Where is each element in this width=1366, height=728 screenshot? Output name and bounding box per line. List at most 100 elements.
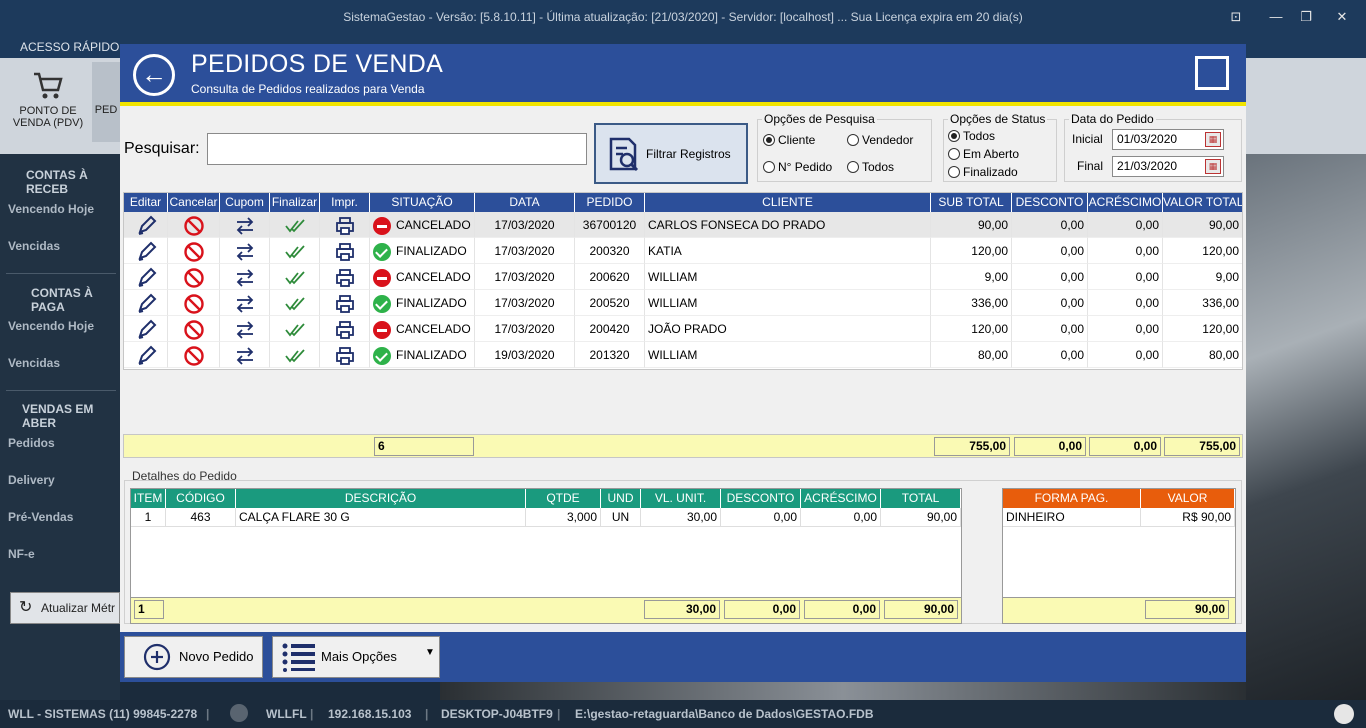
edit-pencil-button[interactable] xyxy=(124,264,168,290)
sidebar-item-nfe[interactable]: NF-e xyxy=(8,547,35,561)
coupon-exchange-button[interactable] xyxy=(220,342,270,368)
cell-date[interactable]: 17/03/2020 xyxy=(475,316,575,342)
cell-subtotal[interactable]: 9,00 xyxy=(931,264,1012,290)
cell-subtotal[interactable]: 120,00 xyxy=(931,316,1012,342)
col-pedido-header[interactable]: PEDIDO xyxy=(575,193,645,212)
col-cancelar-header[interactable]: Cancelar xyxy=(168,193,220,212)
edit-pencil-button[interactable] xyxy=(124,212,168,238)
cell-addition[interactable]: 0,00 xyxy=(1088,238,1163,264)
calendar-icon[interactable]: ▦ xyxy=(1205,132,1221,147)
finalize-check-button[interactable] xyxy=(270,342,320,368)
cell-total[interactable]: 120,00 xyxy=(1163,238,1242,264)
cancel-button[interactable] xyxy=(168,316,220,342)
cell-discount[interactable]: 0,00 xyxy=(1012,212,1088,238)
details-cell-desc[interactable]: CALÇA FLARE 30 G xyxy=(236,508,526,527)
col-cupom-header[interactable]: Cupom xyxy=(220,193,270,212)
cell-client[interactable]: JOÃO PRADO xyxy=(645,316,931,342)
cancel-button[interactable] xyxy=(168,238,220,264)
coupon-exchange-button[interactable] xyxy=(220,264,270,290)
cell-date[interactable]: 17/03/2020 xyxy=(475,212,575,238)
menu-acesso-rapido[interactable]: ACESSO RÁPIDO xyxy=(20,40,119,54)
pdv-ribbon-button[interactable]: PONTO DE VENDA (PDV) xyxy=(10,68,86,129)
radio-search-todos[interactable]: Todos xyxy=(847,160,894,174)
edit-pencil-button[interactable] xyxy=(124,342,168,368)
details-col-qty-header[interactable]: QTDE xyxy=(526,489,601,508)
col-impr-header[interactable]: Impr. xyxy=(320,193,370,212)
payment-value-cell[interactable]: R$ 90,00 xyxy=(1141,508,1235,527)
coupon-exchange-button[interactable] xyxy=(220,290,270,316)
cell-date[interactable]: 17/03/2020 xyxy=(475,264,575,290)
cell-subtotal[interactable]: 80,00 xyxy=(931,342,1012,368)
back-arrow-icon[interactable]: ← xyxy=(133,54,175,96)
cell-addition[interactable]: 0,00 xyxy=(1088,290,1163,316)
coupon-exchange-button[interactable] xyxy=(220,212,270,238)
details-col-item-header[interactable]: ITEM xyxy=(131,489,166,508)
print-button[interactable] xyxy=(320,212,370,238)
cancel-button[interactable] xyxy=(168,212,220,238)
col-situacao-header[interactable]: SITUAÇÃO xyxy=(370,193,475,212)
cell-order-number[interactable]: 36700120 xyxy=(575,212,645,238)
print-button[interactable] xyxy=(320,264,370,290)
cell-discount[interactable]: 0,00 xyxy=(1012,342,1088,368)
print-button[interactable] xyxy=(320,316,370,342)
cell-status[interactable]: FINALIZADO xyxy=(370,290,475,316)
col-finalizar-header[interactable]: Finalizar xyxy=(270,193,320,212)
payment-method-cell[interactable]: DINHEIRO xyxy=(1003,508,1141,527)
cell-order-number[interactable]: 200520 xyxy=(575,290,645,316)
details-cell-code[interactable]: 463 xyxy=(166,508,236,527)
col-desconto-header[interactable]: DESCONTO xyxy=(1012,193,1088,212)
radio-status-aberto[interactable]: Em Aberto xyxy=(948,147,1019,161)
start-date-field[interactable]: 01/03/2020 ▦ xyxy=(1112,129,1224,150)
cell-total[interactable]: 120,00 xyxy=(1163,316,1242,342)
cancel-button[interactable] xyxy=(168,290,220,316)
details-col-discount-header[interactable]: DESCONTO xyxy=(721,489,801,508)
details-col-code-header[interactable]: CÓDIGO xyxy=(166,489,236,508)
cell-discount[interactable]: 0,00 xyxy=(1012,290,1088,316)
cell-total[interactable]: 90,00 xyxy=(1163,212,1242,238)
print-button[interactable] xyxy=(320,342,370,368)
maximize-icon[interactable] xyxy=(1195,56,1229,90)
details-col-unit_price-header[interactable]: VL. UNIT. xyxy=(641,489,721,508)
cell-order-number[interactable]: 200620 xyxy=(575,264,645,290)
restore-icon[interactable]: ❐ xyxy=(1286,0,1326,34)
filter-records-button[interactable]: Filtrar Registros xyxy=(594,123,748,184)
cell-date[interactable]: 17/03/2020 xyxy=(475,238,575,264)
col-cliente-header[interactable]: CLIENTE xyxy=(645,193,931,212)
finalize-check-button[interactable] xyxy=(270,264,320,290)
details-cell-qty[interactable]: 3,000 xyxy=(526,508,601,527)
print-button[interactable] xyxy=(320,290,370,316)
cancel-button[interactable] xyxy=(168,342,220,368)
details-cell-unit[interactable]: UN xyxy=(601,508,641,527)
col-valor-total-header[interactable]: VALOR TOTAL xyxy=(1163,193,1242,212)
details-cell-total[interactable]: 90,00 xyxy=(881,508,961,527)
cell-client[interactable]: CARLOS FONSECA DO PRADO xyxy=(645,212,931,238)
edit-pencil-button[interactable] xyxy=(124,238,168,264)
coupon-exchange-button[interactable] xyxy=(220,316,270,342)
more-options-button[interactable]: Mais Opções ▼ xyxy=(272,636,440,678)
cell-client[interactable]: KATIA xyxy=(645,238,931,264)
pin-icon[interactable]: ⊡ xyxy=(1216,0,1256,34)
edit-pencil-button[interactable] xyxy=(124,290,168,316)
radio-search-cliente[interactable]: Cliente xyxy=(763,133,815,147)
details-col-total-header[interactable]: TOTAL xyxy=(881,489,961,508)
sidebar-item-delivery[interactable]: Delivery xyxy=(8,473,55,487)
details-cell-unit_price[interactable]: 30,00 xyxy=(641,508,721,527)
cell-date[interactable]: 17/03/2020 xyxy=(475,290,575,316)
radio-search-vendedor[interactable]: Vendedor xyxy=(847,133,913,147)
cell-order-number[interactable]: 201320 xyxy=(575,342,645,368)
refresh-metrics-button[interactable]: ↻ Atualizar Métr xyxy=(10,592,120,624)
radio-search-pedido[interactable]: N° Pedido xyxy=(763,160,832,174)
sidebar-item-receber-vencidas[interactable]: Vencidas xyxy=(8,239,60,253)
cell-total[interactable]: 80,00 xyxy=(1163,342,1242,368)
print-button[interactable] xyxy=(320,238,370,264)
end-date-field[interactable]: 21/03/2020 ▦ xyxy=(1112,156,1224,177)
details-cell-addition[interactable]: 0,00 xyxy=(801,508,881,527)
finalize-check-button[interactable] xyxy=(270,212,320,238)
cell-total[interactable]: 336,00 xyxy=(1163,290,1242,316)
details-cell-item[interactable]: 1 xyxy=(131,508,166,527)
power-icon[interactable] xyxy=(1334,704,1354,724)
col-acrescimo-header[interactable]: ACRÉSCIMO xyxy=(1088,193,1163,212)
close-icon[interactable]: ✕ xyxy=(1322,0,1362,34)
sidebar-item-pedidos[interactable]: Pedidos xyxy=(8,436,55,450)
sidebar-item-pre-vendas[interactable]: Pré-Vendas xyxy=(8,510,73,524)
